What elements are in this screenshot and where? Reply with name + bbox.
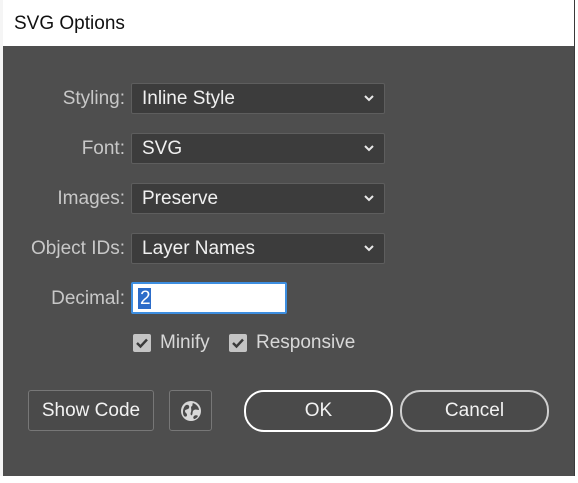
ok-button[interactable]: OK — [244, 390, 393, 432]
font-row: Font: SVG — [3, 132, 574, 166]
chevron-down-icon — [364, 195, 374, 202]
object-ids-select-value: Layer Names — [142, 238, 255, 259]
preview-in-browser-button[interactable] — [169, 390, 212, 431]
object-ids-row: Object IDs: Layer Names — [3, 232, 574, 266]
object-ids-label: Object IDs: — [31, 238, 125, 259]
minify-label: Minify — [160, 332, 210, 353]
styling-select[interactable]: Inline Style — [131, 83, 385, 114]
responsive-option[interactable]: Responsive — [229, 331, 369, 355]
checkmark-icon — [136, 338, 148, 349]
globe-icon — [181, 401, 201, 421]
decimal-row: Decimal: 2 — [3, 282, 574, 316]
styling-row: Styling: Inline Style — [3, 82, 574, 116]
cancel-button[interactable]: Cancel — [400, 390, 549, 432]
images-row: Images: Preserve — [3, 182, 574, 216]
font-select-value: SVG — [142, 138, 183, 159]
images-select[interactable]: Preserve — [131, 183, 385, 214]
minify-option[interactable]: Minify — [133, 331, 233, 355]
responsive-checkbox[interactable] — [229, 334, 247, 352]
images-select-value: Preserve — [142, 188, 219, 209]
decimal-input[interactable]: 2 — [131, 282, 287, 314]
chevron-down-icon — [364, 245, 374, 252]
styling-label: Styling: — [62, 88, 125, 109]
chevron-down-icon — [364, 95, 374, 102]
decimal-input-value: 2 — [140, 288, 151, 309]
show-code-button[interactable]: Show Code — [28, 390, 154, 431]
dialog-title: SVG Options — [3, 0, 574, 46]
decimal-label: Decimal: — [51, 288, 125, 309]
chevron-down-icon — [364, 145, 374, 152]
images-label: Images: — [57, 188, 125, 209]
object-ids-select[interactable]: Layer Names — [131, 233, 385, 264]
font-select[interactable]: SVG — [131, 133, 385, 164]
font-label: Font: — [81, 138, 125, 159]
minify-checkbox[interactable] — [133, 334, 151, 352]
checkmark-icon — [232, 338, 244, 349]
responsive-label: Responsive — [256, 332, 356, 353]
styling-select-value: Inline Style — [142, 88, 235, 109]
background-window-bottom — [0, 476, 578, 483]
svg-options-dialog: SVG Options Styling: Inline Style Font: … — [3, 0, 575, 476]
